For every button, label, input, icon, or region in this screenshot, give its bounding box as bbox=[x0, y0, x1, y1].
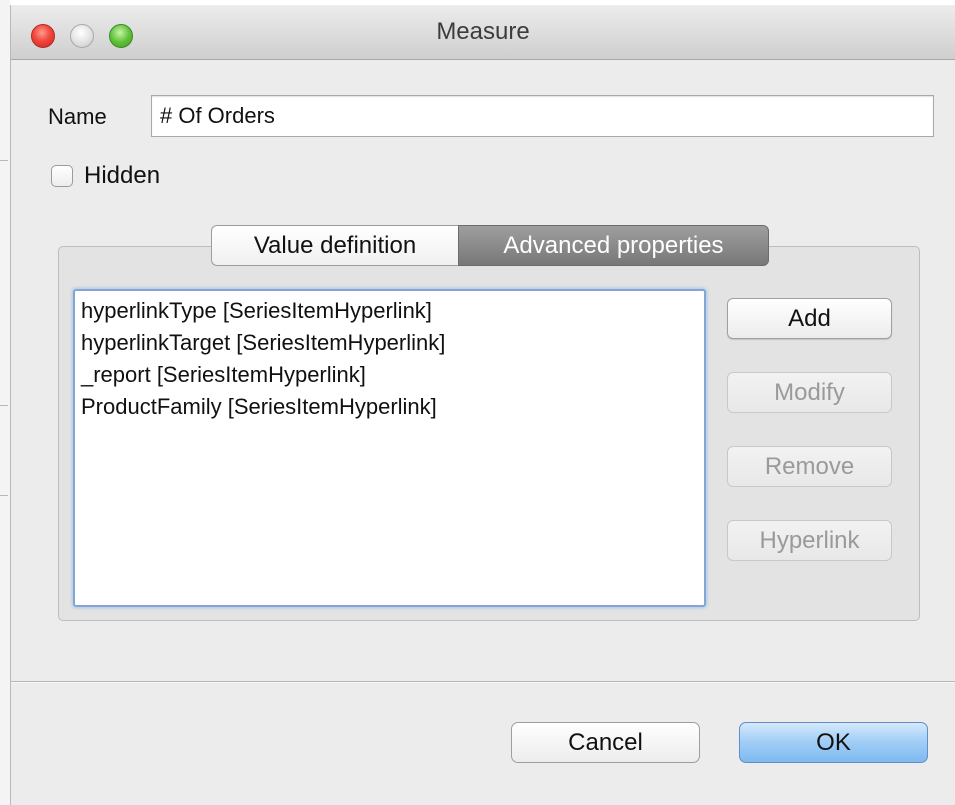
modify-button[interactable]: Modify bbox=[727, 372, 892, 413]
footer-divider bbox=[11, 681, 955, 683]
title-bar: Measure bbox=[11, 5, 955, 60]
background-window-edge bbox=[0, 0, 10, 805]
window-title: Measure bbox=[436, 18, 530, 45]
background-divider bbox=[0, 405, 8, 406]
list-item[interactable]: ProductFamily [SeriesItemHyperlink] bbox=[81, 391, 704, 423]
cancel-button[interactable]: Cancel bbox=[511, 722, 700, 763]
list-item[interactable]: hyperlinkType [SeriesItemHyperlink] bbox=[81, 295, 704, 327]
background-divider bbox=[0, 160, 8, 161]
tab-advanced-properties[interactable]: Advanced properties bbox=[458, 225, 769, 266]
measure-dialog: Measure Name Hidden Value definition Adv… bbox=[10, 5, 955, 805]
add-button[interactable]: Add bbox=[727, 298, 892, 339]
list-item[interactable]: _report [SeriesItemHyperlink] bbox=[81, 359, 704, 391]
hyperlink-button[interactable]: Hyperlink bbox=[727, 520, 892, 561]
name-input[interactable] bbox=[151, 95, 934, 137]
name-label: Name bbox=[48, 104, 107, 129]
properties-list[interactable]: hyperlinkType [SeriesItemHyperlink] hype… bbox=[73, 289, 706, 607]
ok-button[interactable]: OK bbox=[739, 722, 928, 763]
remove-button[interactable]: Remove bbox=[727, 446, 892, 487]
tab-value-definition[interactable]: Value definition bbox=[211, 225, 458, 266]
hidden-checkbox-label[interactable]: Hidden bbox=[84, 162, 160, 190]
background-divider bbox=[0, 495, 8, 496]
hidden-checkbox[interactable] bbox=[51, 165, 73, 187]
list-item[interactable]: hyperlinkTarget [SeriesItemHyperlink] bbox=[81, 327, 704, 359]
